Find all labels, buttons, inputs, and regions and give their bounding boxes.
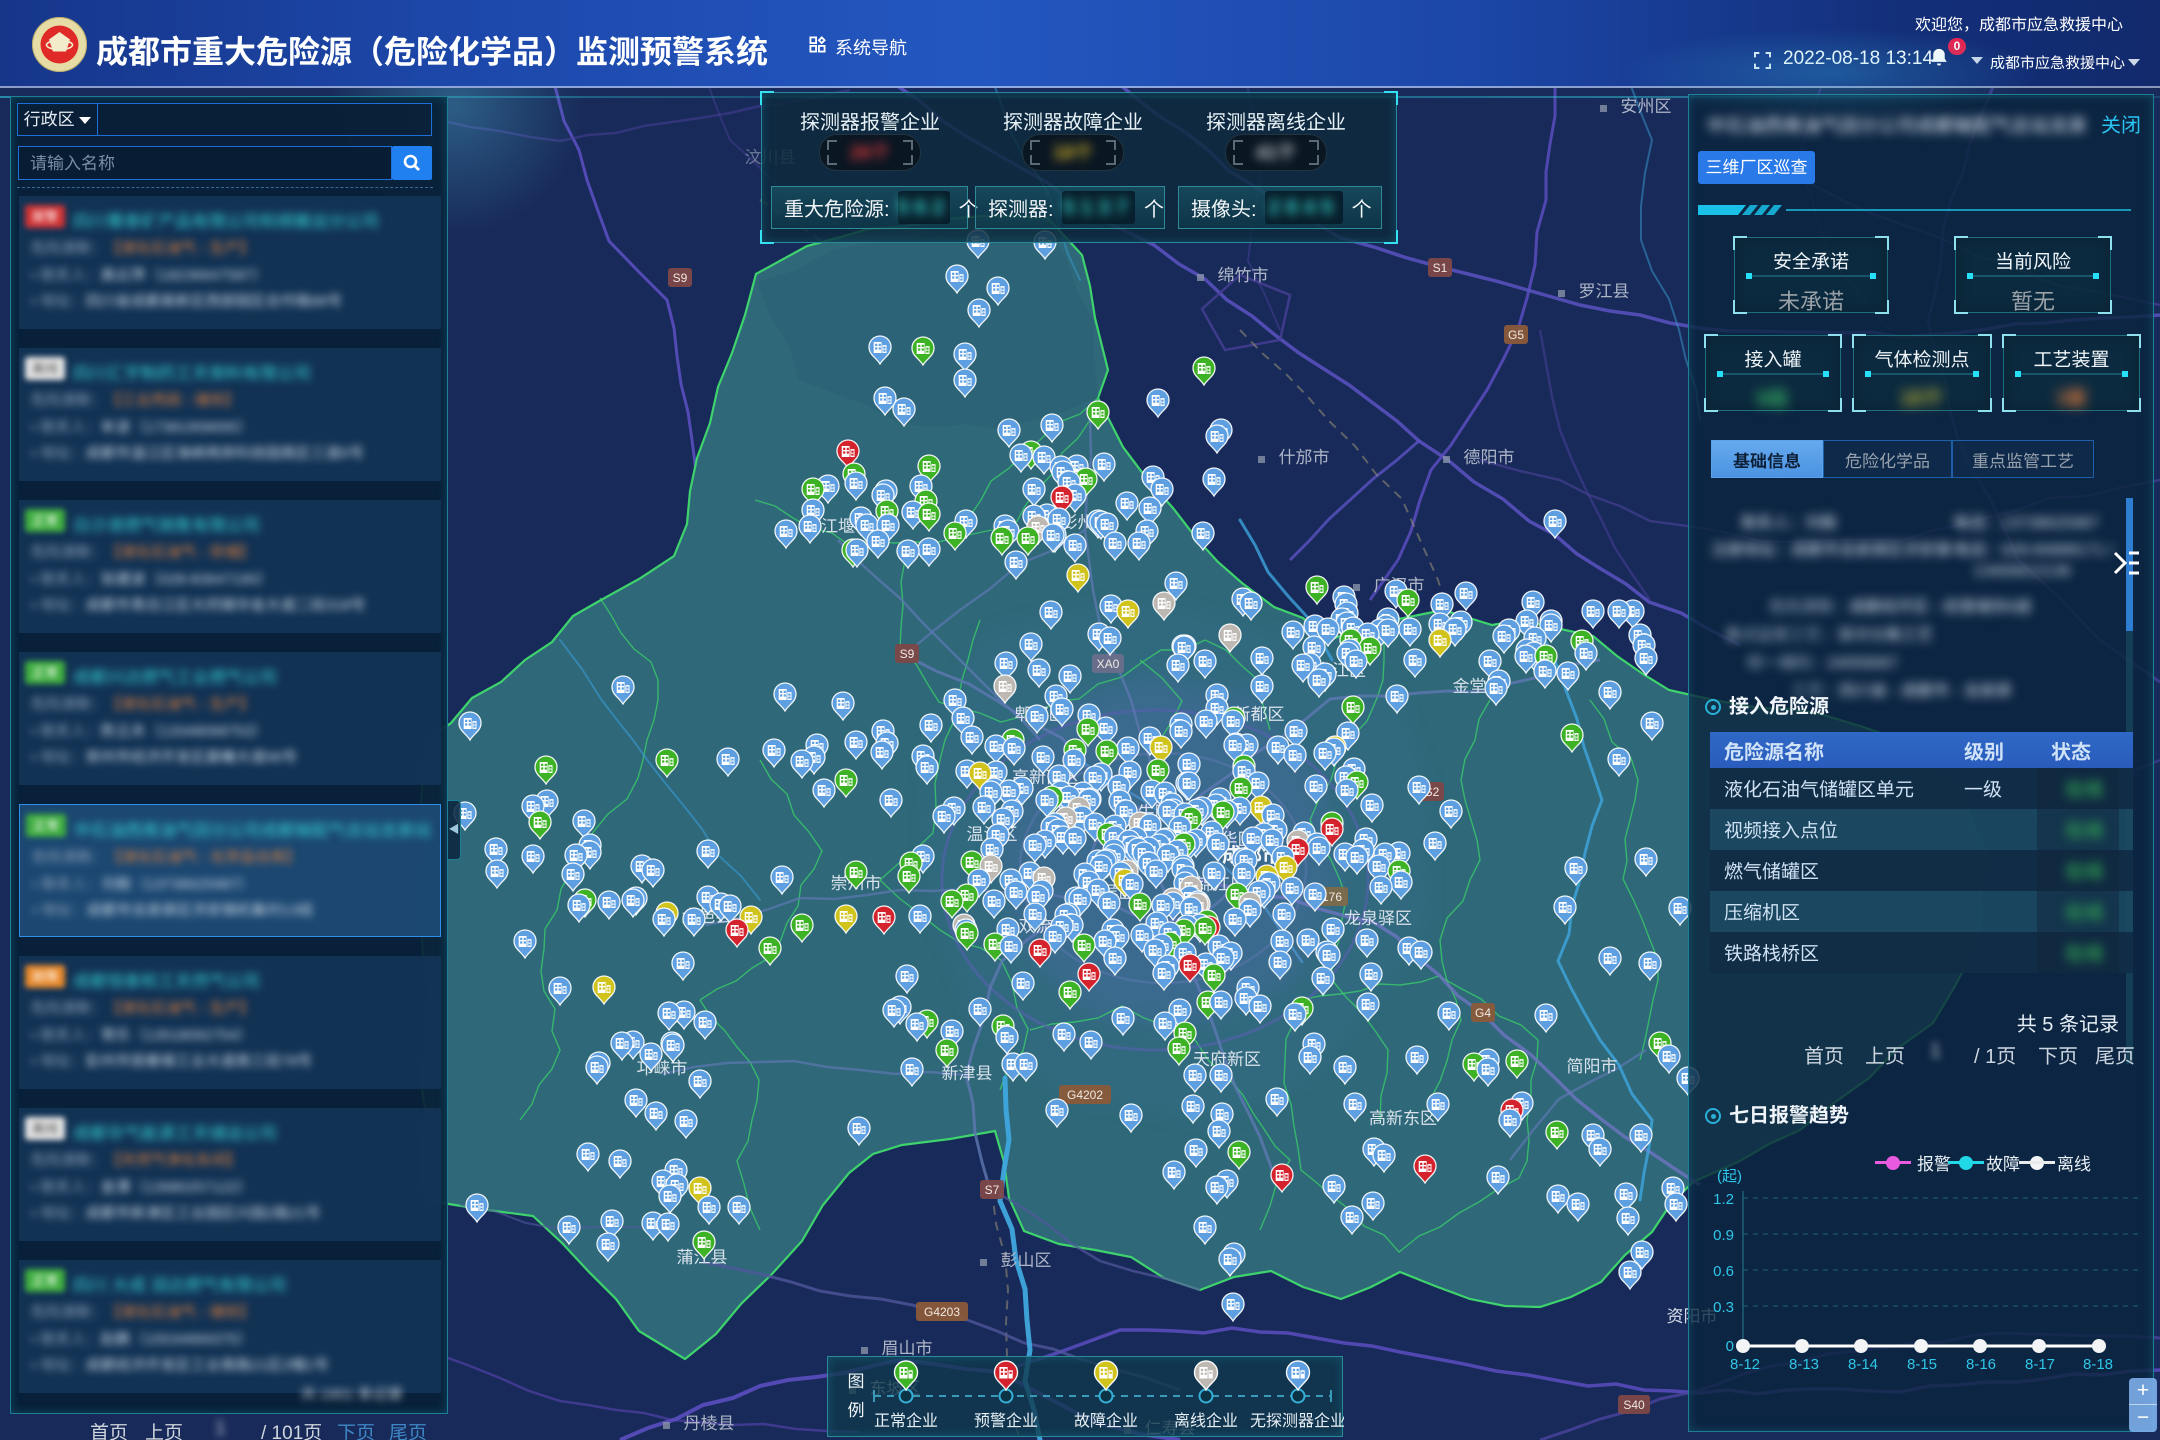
svg-text:8-18: 8-18 [2083,1356,2113,1373]
svg-text:无探测器企业: 无探测器企业 [1250,1412,1344,1430]
svg-text:0.3: 0.3 [1713,1299,1734,1316]
svg-text:G4: G4 [1475,1006,1491,1020]
svg-text:正常企业: 正常企业 [874,1412,938,1430]
svg-text:高新东区: 高新东区 [1369,1109,1437,1128]
svg-text:离线: 离线 [2057,1155,2091,1174]
svg-text:S9: S9 [900,647,915,661]
svg-text:S9: S9 [673,271,688,285]
svg-text:0.9: 0.9 [1713,1227,1734,1244]
svg-text:8-14: 8-14 [1848,1356,1878,1373]
svg-text:S40: S40 [1623,1398,1645,1412]
svg-text:预警企业: 预警企业 [974,1412,1038,1430]
svg-text:G5: G5 [1508,328,1524,342]
svg-text:8-12: 8-12 [1730,1356,1760,1373]
svg-text:0: 0 [1726,1338,1734,1355]
svg-text:8-13: 8-13 [1789,1356,1819,1373]
svg-text:S1: S1 [1433,261,1448,275]
svg-text:0.6: 0.6 [1713,1263,1734,1280]
svg-text:S7: S7 [985,1183,1000,1197]
svg-text:8-15: 8-15 [1907,1356,1937,1373]
svg-text:XA0: XA0 [1097,657,1120,671]
svg-text:8-16: 8-16 [1966,1356,1996,1373]
svg-text:1.2: 1.2 [1713,1191,1734,1208]
svg-text:什邡市: 什邡市 [1279,448,1330,467]
svg-text:简阳市: 简阳市 [1567,1057,1618,1076]
svg-text:报警: 报警 [1917,1155,1951,1174]
svg-text:故障: 故障 [1986,1155,2020,1174]
svg-text:(起): (起) [1717,1168,1742,1185]
svg-text:故障企业: 故障企业 [1074,1412,1138,1430]
svg-text:彭山区: 彭山区 [1001,1251,1052,1270]
svg-text:G4202: G4202 [1067,1088,1103,1102]
svg-text:丹棱县: 丹棱县 [684,1414,735,1433]
svg-text:新津县: 新津县 [942,1064,993,1083]
svg-text:8-17: 8-17 [2025,1356,2055,1373]
svg-text:龙泉驿区: 龙泉驿区 [1344,909,1412,928]
svg-text:绵竹市: 绵竹市 [1218,266,1269,285]
svg-text:德阳市: 德阳市 [1464,448,1515,467]
svg-text:罗江县: 罗江县 [1579,282,1630,301]
svg-text:离线企业: 离线企业 [1174,1412,1238,1430]
svg-text:G4203: G4203 [924,1305,960,1319]
